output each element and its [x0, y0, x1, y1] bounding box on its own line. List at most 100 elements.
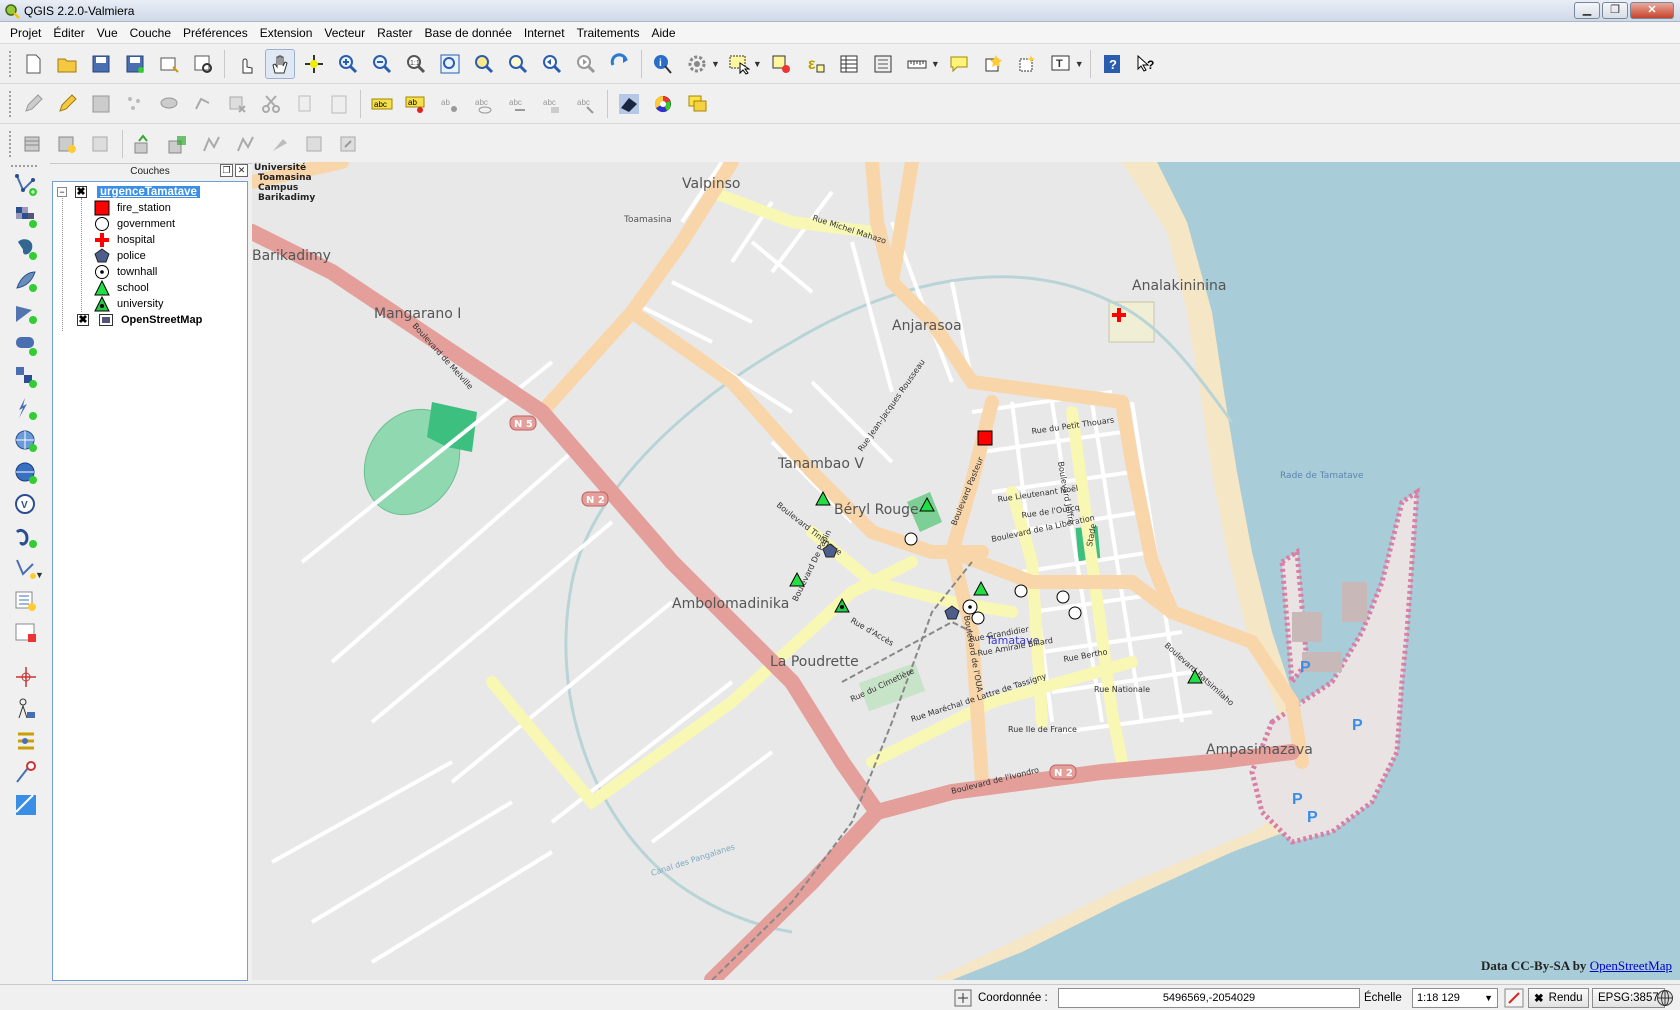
spatial-1[interactable]: [129, 129, 159, 159]
gps-icon[interactable]: [10, 618, 42, 648]
add-feature-icon[interactable]: [120, 89, 150, 119]
pan-icon[interactable]: [265, 48, 295, 79]
category-police[interactable]: police: [93, 248, 146, 264]
zoom-in-icon[interactable]: [333, 49, 363, 79]
help-icon[interactable]: ?: [1097, 49, 1127, 79]
whats-this-icon[interactable]: ?: [1131, 49, 1161, 79]
menu-couche[interactable]: Couche: [124, 22, 177, 44]
government-marker[interactable]: [1056, 590, 1070, 604]
menu-aide[interactable]: Aide: [645, 22, 681, 44]
toolbar-grip[interactable]: [8, 89, 12, 118]
close-panel-button[interactable]: ✕: [235, 164, 248, 177]
add-spatialite-layer-icon[interactable]: [10, 266, 42, 296]
layer-name[interactable]: urgenceTamatave: [97, 186, 200, 198]
toolbar-grip[interactable]: [8, 129, 12, 158]
remove-layer-icon[interactable]: [10, 586, 42, 616]
identify-icon[interactable]: i: [648, 49, 678, 79]
add-mssql-layer-icon[interactable]: [10, 298, 42, 328]
georef-icon[interactable]: [10, 726, 42, 756]
bookmark-new-icon[interactable]: [978, 49, 1008, 79]
maximize-button[interactable]: ❐: [1602, 2, 1628, 19]
spatial-3[interactable]: [197, 129, 227, 159]
category-townhall[interactable]: townhall: [93, 264, 157, 280]
spatial-6[interactable]: [299, 129, 329, 159]
government-marker[interactable]: [1014, 584, 1028, 598]
menu-base-de-donnee[interactable]: Base de donnée: [418, 22, 517, 44]
new-spatialite-icon[interactable]: [10, 522, 42, 552]
db-icon-3[interactable]: [86, 129, 116, 159]
deselect-icon[interactable]: [766, 49, 796, 79]
layer-visibility-checkbox[interactable]: ✖: [75, 186, 87, 198]
plugin-icon[interactable]: [10, 694, 42, 724]
edit-toggle-icon[interactable]: [18, 89, 48, 119]
action-dropdown-icon[interactable]: ▼: [711, 59, 720, 69]
menu-vue[interactable]: Vue: [91, 22, 124, 44]
minimize-button[interactable]: ▁: [1574, 2, 1600, 19]
zoom-next-icon[interactable]: [571, 49, 601, 79]
zoom-full-icon[interactable]: [435, 49, 465, 79]
menu-preferences[interactable]: Préférences: [177, 22, 254, 44]
government-marker[interactable]: [1068, 606, 1082, 620]
stop-render-icon[interactable]: [1504, 988, 1526, 1008]
expression-select-icon[interactable]: ε: [800, 49, 830, 79]
collapse-toggle[interactable]: −: [57, 187, 67, 197]
cut-icon[interactable]: [256, 89, 286, 119]
category-fire-station[interactable]: fire_station: [93, 200, 171, 216]
add-postgis-layer-icon[interactable]: [10, 234, 42, 264]
print-composer-icon[interactable]: [154, 49, 184, 79]
coordinate-field[interactable]: 5496569,-2054029: [1058, 988, 1360, 1008]
open-project-icon[interactable]: [52, 49, 82, 79]
field-calculator-icon[interactable]: [868, 49, 898, 79]
spatial-4[interactable]: [231, 129, 261, 159]
menu-projet[interactable]: Projet: [4, 22, 47, 44]
crs-globe-icon[interactable]: [1656, 988, 1676, 1008]
add-vector-layer-icon[interactable]: [10, 170, 42, 200]
annotation-dropdown-icon[interactable]: ▼: [1075, 59, 1084, 69]
copy-icon[interactable]: [290, 89, 320, 119]
layer-openstreetmap[interactable]: ✖ OpenStreetMap: [77, 312, 202, 328]
messages-icon[interactable]: [954, 988, 974, 1008]
layer-visibility-checkbox[interactable]: ✖: [77, 314, 89, 326]
add-delimited-layer-icon[interactable]: [10, 458, 42, 488]
float-panel-button[interactable]: ❐: [220, 164, 233, 177]
add-raster-layer-icon[interactable]: [10, 202, 42, 232]
pencil-icon[interactable]: [52, 89, 82, 119]
category-hospital[interactable]: hospital: [93, 232, 155, 248]
label-icon[interactable]: abc: [367, 89, 397, 119]
category-school[interactable]: school: [93, 280, 149, 296]
multi-layer-icon[interactable]: [682, 89, 712, 119]
render-checkbox[interactable]: ✖ Rendu: [1528, 988, 1589, 1008]
db-icon-2[interactable]: [52, 129, 82, 159]
node-tool-icon[interactable]: [188, 89, 218, 119]
new-project-icon[interactable]: [18, 49, 48, 79]
raster-icon[interactable]: [614, 89, 644, 119]
zoom-actual-icon[interactable]: 1:1: [401, 49, 431, 79]
show-hide-label-icon[interactable]: ab: [435, 89, 465, 119]
map-svg[interactable]: N 5 N 2 N 2 P P P P Valpinso Toamasina B…: [252, 162, 1680, 980]
rotate-label-icon[interactable]: abc: [503, 89, 533, 119]
toolbar-grip[interactable]: [8, 49, 12, 78]
zoom-out-icon[interactable]: [367, 49, 397, 79]
school-marker[interactable]: [973, 580, 989, 596]
select-dropdown-icon[interactable]: ▼: [753, 59, 762, 69]
measure-icon[interactable]: [902, 49, 932, 79]
crs-button[interactable]: EPSG:3857: [1592, 988, 1665, 1008]
add-wfs-layer-icon[interactable]: [10, 426, 42, 456]
zoom-selection-icon[interactable]: [503, 49, 533, 79]
touch-icon[interactable]: [231, 49, 261, 79]
map-tip-icon[interactable]: [944, 49, 974, 79]
spatial-5[interactable]: [265, 129, 295, 159]
measure-dropdown-icon[interactable]: ▼: [931, 59, 940, 69]
fire-station-marker[interactable]: [977, 430, 993, 446]
bookmark-icon[interactable]: [1012, 49, 1042, 79]
close-button[interactable]: ✕: [1630, 2, 1674, 19]
pan-to-selection-icon[interactable]: [299, 49, 329, 79]
scale-combobox[interactable]: 1:18 129 ▼: [1412, 988, 1498, 1008]
pin-label-icon[interactable]: ab: [401, 89, 431, 119]
menu-extension[interactable]: Extension: [254, 22, 319, 44]
color-wheel-icon[interactable]: [648, 89, 678, 119]
paste-icon[interactable]: [324, 89, 354, 119]
government-marker[interactable]: [904, 532, 918, 546]
menu-internet[interactable]: Internet: [518, 22, 571, 44]
menu-raster[interactable]: Raster: [371, 22, 418, 44]
